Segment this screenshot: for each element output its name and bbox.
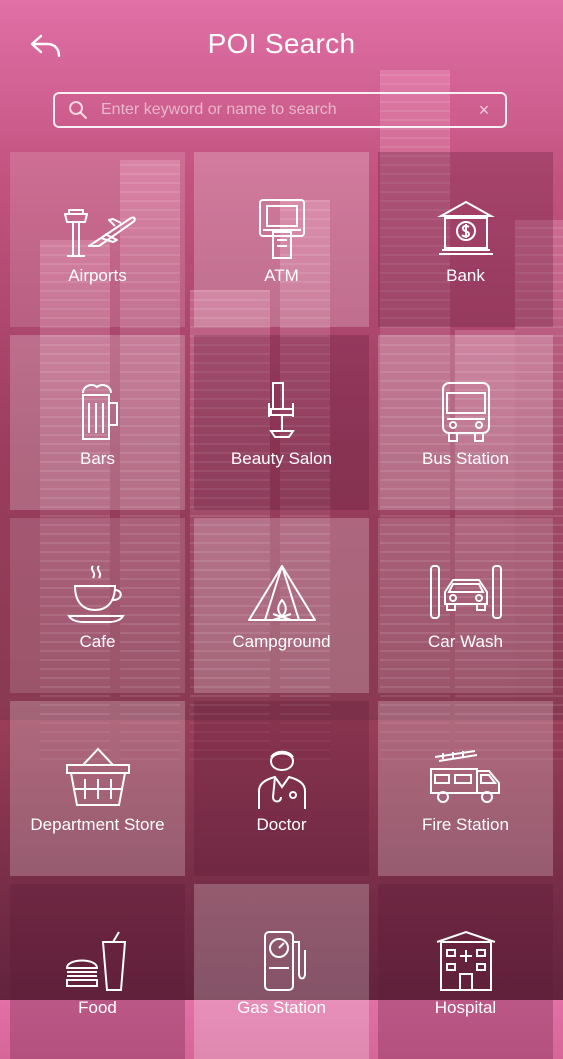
- category-label: Campground: [232, 632, 331, 651]
- category-label: Bars: [80, 449, 115, 468]
- category-tile-atm[interactable]: ATM: [194, 152, 369, 327]
- clear-search-button[interactable]: ×: [469, 100, 499, 121]
- category-tile-airports[interactable]: Airports: [10, 152, 185, 327]
- category-label: Car Wash: [428, 632, 503, 651]
- burger-drink-icon: [59, 928, 137, 994]
- category-tile-doctor[interactable]: Doctor: [194, 701, 369, 876]
- category-tile-campground[interactable]: Campground: [194, 518, 369, 693]
- header-bar: POI Search: [0, 0, 563, 92]
- search-bar: ×: [53, 92, 507, 128]
- category-tile-bank[interactable]: Bank: [378, 152, 553, 327]
- category-label: Bus Station: [422, 449, 509, 468]
- bank-icon: [427, 196, 505, 262]
- category-tile-cafe[interactable]: Cafe: [10, 518, 185, 693]
- basket-icon: [59, 745, 137, 811]
- category-tile-fire-station[interactable]: Fire Station: [378, 701, 553, 876]
- tent-icon: [243, 562, 321, 628]
- search-input[interactable]: [99, 100, 469, 120]
- hospital-icon: [427, 928, 505, 994]
- category-tile-gas-station[interactable]: Gas Station: [194, 884, 369, 1059]
- salon-chair-icon: [243, 379, 321, 445]
- category-label: Cafe: [79, 632, 116, 651]
- category-tile-bars[interactable]: Bars: [10, 335, 185, 510]
- category-tile-car-wash[interactable]: Car Wash: [378, 518, 553, 693]
- category-label: Doctor: [256, 815, 307, 834]
- page-title: POI Search: [207, 28, 356, 59]
- fire-truck-icon: [427, 745, 505, 811]
- category-tile-food[interactable]: Food: [10, 884, 185, 1059]
- doctor-icon: [243, 745, 321, 811]
- category-label: Gas Station: [237, 998, 326, 1017]
- category-label: Fire Station: [422, 815, 509, 834]
- airport-icon: [59, 196, 137, 262]
- atm-icon: [243, 196, 321, 262]
- search-icon: [69, 101, 87, 119]
- category-label: Food: [78, 998, 117, 1017]
- category-tile-hospital[interactable]: Hospital: [378, 884, 553, 1059]
- category-tile-beauty-salon[interactable]: Beauty Salon: [194, 335, 369, 510]
- category-tile-department-store[interactable]: Department Store: [10, 701, 185, 876]
- beer-mug-icon: [59, 379, 137, 445]
- category-grid: Airports ATM Bank Bars Beauty Salon Bus …: [10, 152, 553, 1059]
- category-label: Department Store: [30, 815, 165, 834]
- category-label: Airports: [68, 266, 127, 285]
- category-label: Beauty Salon: [230, 449, 333, 468]
- gas-pump-icon: [243, 928, 321, 994]
- bus-icon: [427, 379, 505, 445]
- category-label: ATM: [264, 266, 299, 285]
- car-wash-icon: [427, 562, 505, 628]
- category-label: Hospital: [434, 998, 497, 1017]
- category-label: Bank: [446, 266, 485, 285]
- coffee-cup-icon: [59, 562, 137, 628]
- category-tile-bus-station[interactable]: Bus Station: [378, 335, 553, 510]
